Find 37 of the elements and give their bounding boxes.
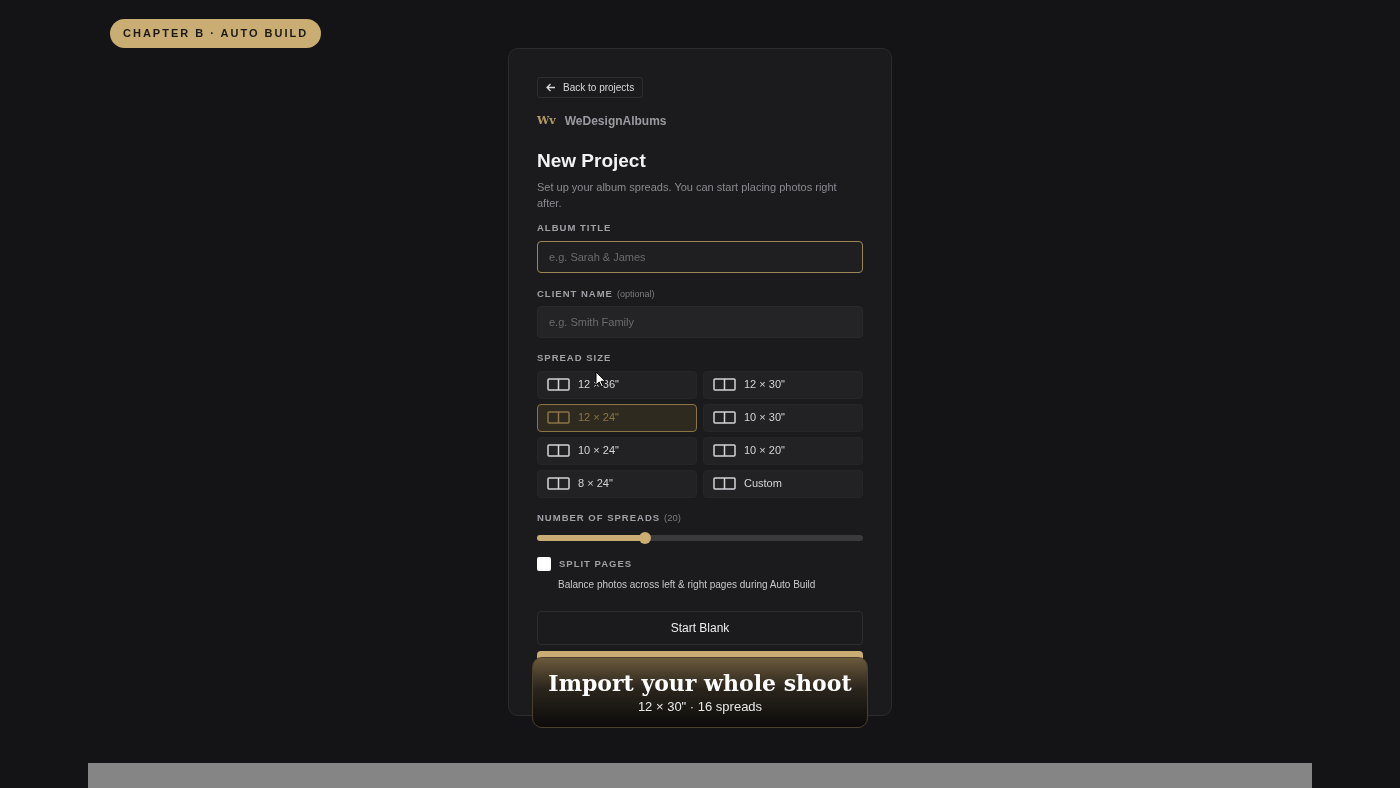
field-label: NUMBER OF SPREADS <box>537 510 661 525</box>
page-title: New Project <box>537 149 647 173</box>
spread-icon <box>713 411 736 424</box>
spread-count: (20) <box>664 510 681 525</box>
spreads-slider[interactable] <box>537 531 863 544</box>
spread-icon <box>547 444 570 457</box>
back-button[interactable]: Back to projects <box>537 77 644 98</box>
caption-title: Import your whole shoot <box>548 670 852 696</box>
checkbox-description: Balance photos across left & right pages during Auto Build <box>558 578 817 592</box>
spread-icon <box>547 411 570 424</box>
checkbox-label: SPLIT PAGES <box>559 556 633 571</box>
brand-name: WeDesignAlbums <box>564 113 667 130</box>
chapter-badge: CHAPTER B · AUTO BUILD <box>110 19 322 48</box>
spread-icon <box>547 477 570 490</box>
spread-size-option[interactable]: 8 × 24" <box>537 469 697 498</box>
spread-size-option[interactable]: 12 × 30" <box>703 370 863 399</box>
spread-size-option[interactable]: 10 × 20" <box>703 436 863 465</box>
start-blank-button[interactable]: Start Blank <box>537 611 863 645</box>
checkbox[interactable] <box>537 556 551 571</box>
caption-subtitle: 12 × 30" · 16 spreads <box>637 698 763 716</box>
spread-size-option[interactable]: 10 × 30" <box>703 403 863 432</box>
input-field[interactable]: e.g. Smith Family <box>537 306 863 339</box>
field-label: ALBUM TITLE <box>537 220 613 235</box>
spread-icon <box>713 444 736 457</box>
input-field[interactable]: e.g. Sarah & James <box>537 240 863 273</box>
page-subtitle: Set up your album spreads. You can start placing photos right after. <box>537 179 838 211</box>
brand-logo: Wv <box>537 112 556 129</box>
spread-icon <box>547 378 570 391</box>
slider-thumb[interactable] <box>638 531 651 544</box>
spread-size-option[interactable]: Custom <box>703 469 863 498</box>
optional-hint: (optional) <box>616 287 655 301</box>
spread-icon <box>713 378 736 391</box>
field-label: SPREAD SIZE <box>537 351 613 366</box>
spread-size-option[interactable]: 10 × 24" <box>537 436 697 465</box>
field-label: CLIENT NAME <box>537 286 613 301</box>
arrow-left-icon <box>546 83 556 92</box>
spread-icon <box>713 477 736 490</box>
